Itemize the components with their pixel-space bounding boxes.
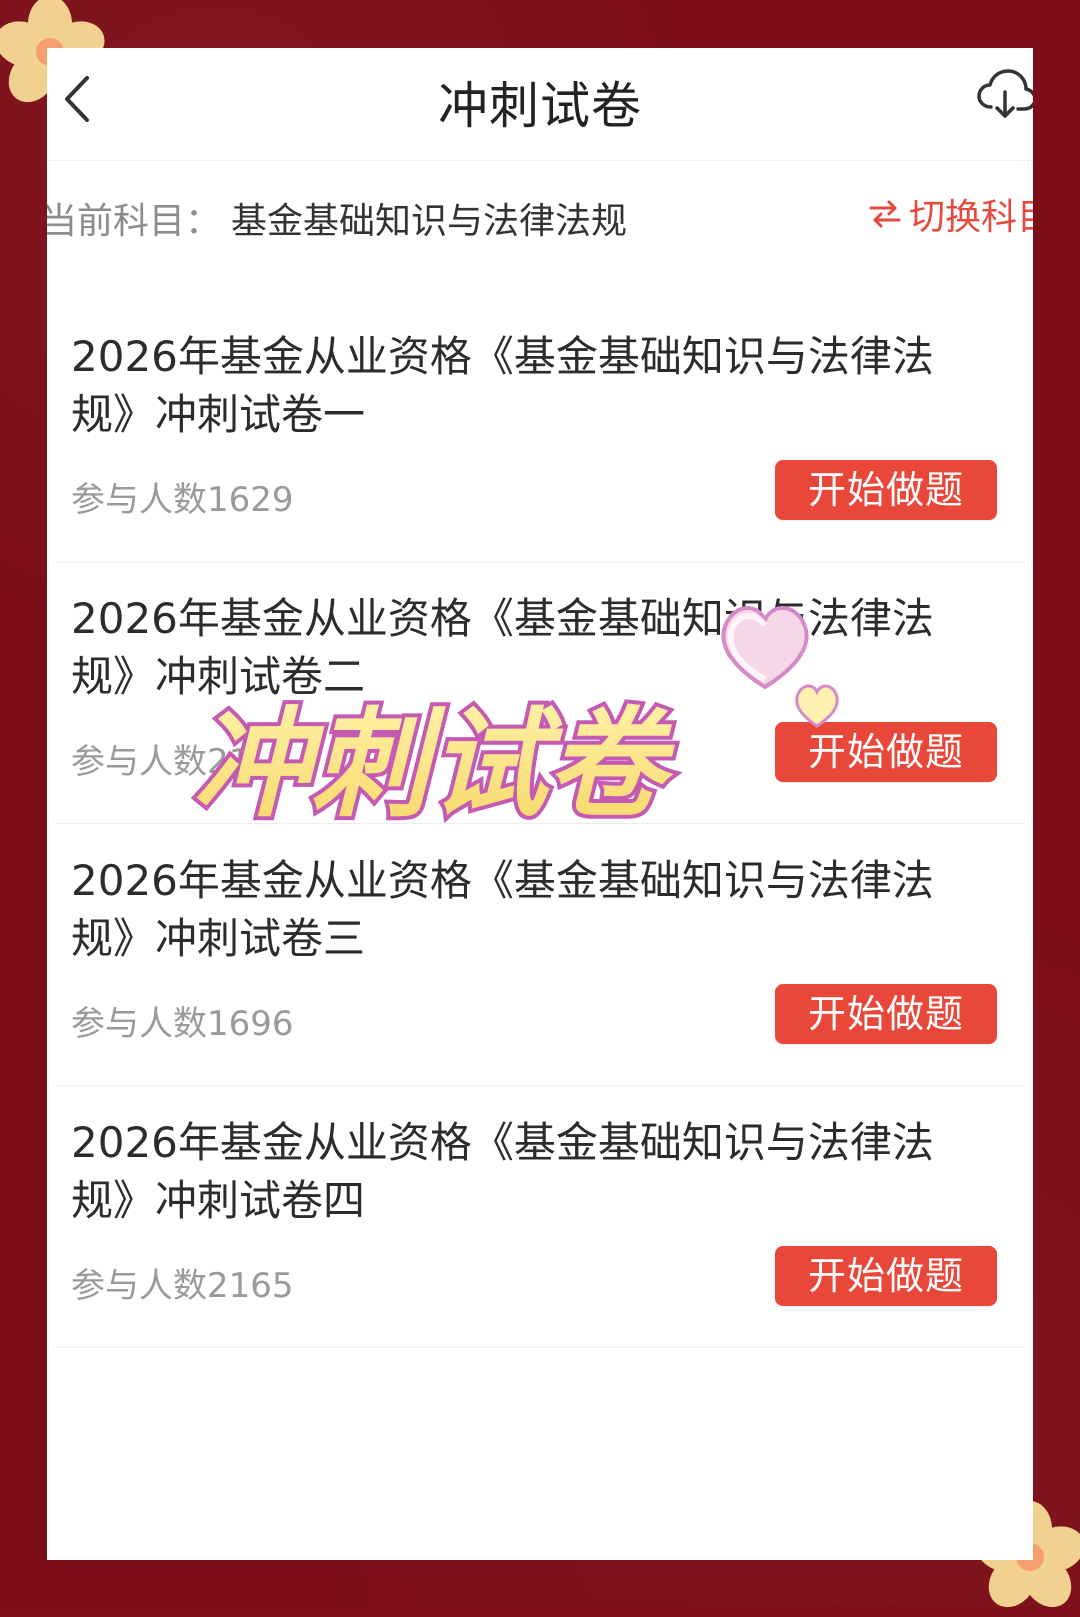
start-exam-button[interactable]: 开始做题 [775, 1246, 997, 1306]
exam-list-item: 2026年基金从业资格《基金基础知识与法律法规》冲刺试卷二 参与人数21 开始做… [55, 562, 1025, 824]
start-exam-button[interactable]: 开始做题 [775, 722, 997, 782]
download-button[interactable] [973, 64, 1033, 128]
subject-label: 当前科目： [47, 201, 222, 242]
app-screen: 冲刺试卷 当前科目： 基金基础知识与法律法规 切换科目 2026年基金从业资格《… [47, 48, 1033, 1560]
switch-subject-label: 切换科目 [908, 197, 1033, 238]
exam-title: 2026年基金从业资格《基金基础知识与法律法规》冲刺试卷四 [71, 1118, 934, 1225]
switch-subject-button[interactable]: 切换科目 [867, 190, 1033, 238]
exam-list-item: 2026年基金从业资格《基金基础知识与法律法规》冲刺试卷三 参与人数1696 开… [55, 824, 1025, 1086]
start-exam-button[interactable]: 开始做题 [775, 984, 997, 1044]
exam-list: 2026年基金从业资格《基金基础知识与法律法规》冲刺试卷一 参与人数1629 开… [47, 300, 1033, 1348]
participant-count: 参与人数1696 [71, 1004, 294, 1044]
start-exam-button[interactable]: 开始做题 [775, 460, 997, 520]
top-navigation-bar: 冲刺试卷 [47, 48, 1033, 161]
cloud-download-icon [977, 69, 1033, 118]
participant-count: 参与人数1629 [71, 480, 294, 520]
subject-value: 基金基础知识与法律法规 [231, 201, 628, 242]
current-subject-bar: 当前科目： 基金基础知识与法律法规 切换科目 [47, 160, 1033, 270]
exam-list-item: 2026年基金从业资格《基金基础知识与法律法规》冲刺试卷一 参与人数1629 开… [55, 300, 1025, 562]
exam-title: 2026年基金从业资格《基金基础知识与法律法规》冲刺试卷一 [71, 332, 934, 439]
exam-title: 2026年基金从业资格《基金基础知识与法律法规》冲刺试卷二 [71, 594, 934, 701]
participant-count: 参与人数2165 [71, 1266, 294, 1306]
exam-title: 2026年基金从业资格《基金基础知识与法律法规》冲刺试卷三 [71, 856, 934, 963]
swap-icon [869, 200, 901, 228]
participant-count: 参与人数21 [71, 742, 251, 782]
page-title: 冲刺试卷 [438, 77, 642, 135]
exam-list-item: 2026年基金从业资格《基金基础知识与法律法规》冲刺试卷四 参与人数2165 开… [55, 1086, 1025, 1348]
